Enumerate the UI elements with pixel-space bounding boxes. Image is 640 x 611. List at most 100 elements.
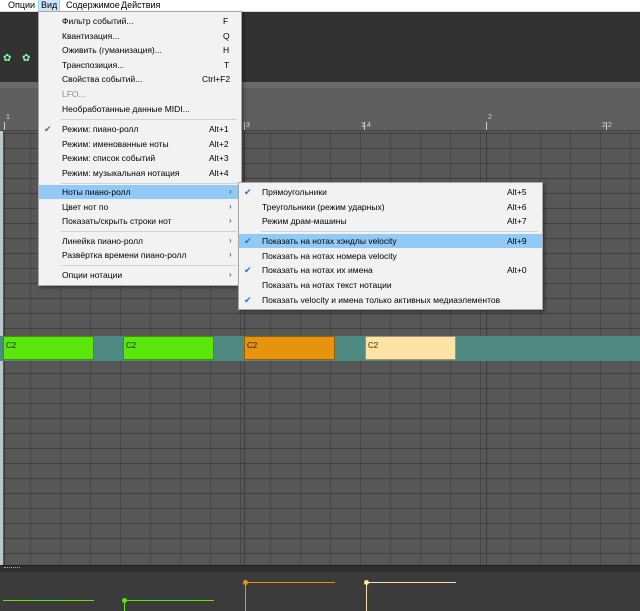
chevron-right-icon: › [229, 202, 232, 211]
gear-icon[interactable]: ✿ [3, 54, 13, 64]
check-icon: ✔ [244, 295, 252, 305]
menu-item-mode-piano-roll[interactable]: ✔ Режим: пиано-ролл Alt+1 [39, 122, 241, 136]
menu-item-shortcut: Alt+3 [209, 153, 229, 163]
submenu-item-velocity-numbers[interactable]: Показать на нотах номера velocity [239, 249, 542, 263]
menu-item-label: Режим: список событий [62, 153, 156, 163]
menu-item-label: Режим: пиано-ролл [62, 124, 139, 134]
menu-item-transpose[interactable]: Транспозиция... T [39, 58, 241, 72]
menu-item-label: Опции нотации [62, 270, 123, 280]
velocity-bar [124, 602, 125, 611]
menu-item-label: Показать на нотах текст нотации [262, 280, 392, 290]
menu-item-shortcut: Alt+9 [507, 236, 527, 246]
menu-item-label: Показать на нотах хэндлы velocity [262, 236, 397, 246]
menu-item-event-filter[interactable]: Фильтр событий... F [39, 14, 241, 28]
check-icon: ✔ [44, 124, 52, 134]
submenu-item-active-items-only[interactable]: ✔ Показать velocity и имена только актив… [239, 293, 542, 307]
piano-roll-notes-submenu: ✔ Прямоугольники Alt+5 Треугольники (реж… [238, 182, 543, 310]
menu-item-shortcut: H [223, 45, 230, 55]
note-c2[interactable]: C2 [244, 336, 335, 360]
ruler-tick [244, 122, 245, 130]
menu-item-label: Линейка пиано-ролл [62, 236, 144, 246]
menu-item-shortcut: Alt+0 [507, 265, 527, 275]
menu-item-toggle-note-rows[interactable]: Показать/скрыть строки нот › [39, 214, 241, 228]
menu-item-label: Фильтр событий... [62, 16, 134, 26]
menu-item-event-properties[interactable]: Свойства событий... Ctrl+F2 [39, 72, 241, 86]
menu-item-raw-midi[interactable]: Необработанные данные MIDI... [39, 102, 241, 116]
velocity-handle[interactable] [124, 600, 214, 601]
menu-item-note-color[interactable]: Цвет нот по › [39, 200, 241, 214]
menu-item-label: Треугольники (режим ударных) [262, 202, 385, 212]
menu-item-label: Показать/скрыть строки нот [62, 216, 172, 226]
chevron-right-icon: › [229, 216, 232, 225]
menu-item-mode-named-notes[interactable]: Режим: именованные ноты Alt+2 [39, 137, 241, 151]
chevron-right-icon: › [229, 270, 232, 279]
menu-item-shortcut: Alt+2 [209, 139, 229, 149]
resize-handle-icon[interactable] [4, 567, 20, 570]
ruler-tick [4, 122, 5, 130]
menu-item-shortcut: Alt+6 [507, 202, 527, 212]
ruler-label: 3 [246, 122, 250, 129]
submenu-item-notation-text[interactable]: Показать на нотах текст нотации [239, 278, 542, 292]
menu-item-mode-notation[interactable]: Режим: музыкальная нотация Alt+4 [39, 166, 241, 180]
menu-item-shortcut: Alt+5 [507, 187, 527, 197]
menu-separator [261, 231, 538, 232]
menu-separator [61, 183, 237, 184]
chevron-right-icon: › [229, 187, 232, 196]
ruler-tick [486, 122, 487, 130]
menu-item-notation-options[interactable]: Опции нотации › [39, 268, 241, 282]
menu-item-shortcut: Ctrl+F2 [202, 74, 231, 84]
menu-actions[interactable]: Действия [119, 0, 162, 11]
velocity-handle[interactable] [366, 582, 456, 583]
menu-separator [61, 119, 237, 120]
check-icon: ✔ [244, 265, 252, 275]
velocity-handle[interactable] [3, 600, 94, 601]
menu-item-label: Оживить (гуманизация)... [62, 45, 162, 55]
ruler-label: 2.2 [602, 122, 612, 129]
chevron-right-icon: › [229, 236, 232, 245]
menu-separator [61, 265, 237, 266]
menu-item-shortcut: T [224, 60, 230, 70]
menu-item-piano-roll-timebase[interactable]: Развёртка времени пиано-ролл › [39, 248, 241, 262]
submenu-item-note-names[interactable]: ✔ Показать на нотах их имена Alt+0 [239, 263, 542, 277]
gear-icon[interactable]: ✿ [22, 54, 32, 64]
menu-item-label: Показать velocity и имена только активны… [262, 295, 501, 305]
menu-item-label: Развёртка времени пиано-ролл [62, 250, 187, 260]
menu-item-label: Прямоугольники [262, 187, 327, 197]
menu-item-quantize[interactable]: Квантизация... Q [39, 29, 241, 43]
velocity-lane[interactable] [0, 572, 640, 611]
menu-item-label: Ноты пиано-ролл [62, 187, 131, 197]
menu-item-label: Квантизация... [62, 31, 120, 41]
velocity-handle[interactable] [245, 582, 335, 583]
menu-item-piano-roll-ruler[interactable]: Линейка пиано-ролл › [39, 234, 241, 248]
ruler-label: 2 [488, 114, 492, 121]
menu-item-label: LFO... [62, 89, 86, 99]
menu-contents[interactable]: Содержимое [64, 0, 122, 11]
submenu-item-rectangles[interactable]: ✔ Прямоугольники Alt+5 [239, 185, 542, 199]
menu-options[interactable]: Опции [6, 0, 37, 11]
menu-item-label: Необработанные данные MIDI... [62, 104, 190, 114]
submenu-item-triangles[interactable]: Треугольники (режим ударных) Alt+6 [239, 200, 542, 214]
menu-item-humanize[interactable]: Оживить (гуманизация)... H [39, 43, 241, 57]
menu-item-label: Цвет нот по [62, 202, 109, 212]
ruler-label: 1 [6, 114, 10, 121]
menu-item-mode-event-list[interactable]: Режим: список событий Alt+3 [39, 151, 241, 165]
menu-item-shortcut: Alt+7 [507, 216, 527, 226]
menu-item-shortcut: Alt+1 [209, 124, 229, 134]
view-menu: Фильтр событий... F Квантизация... Q Ожи… [38, 11, 242, 286]
menu-item-piano-roll-notes[interactable]: Ноты пиано-ролл › [39, 185, 241, 199]
menu-item-label: Режим драм-машины [262, 216, 347, 226]
submenu-item-drum-machine[interactable]: Режим драм-машины Alt+7 [239, 214, 542, 228]
note-c2[interactable]: C2 [3, 336, 94, 360]
menu-item-shortcut: Alt+4 [209, 168, 229, 178]
menu-item-shortcut: Q [223, 31, 230, 41]
menu-view[interactable]: Вид [37, 0, 61, 12]
note-c2[interactable]: C2 [365, 336, 456, 360]
note-c2[interactable]: C2 [123, 336, 214, 360]
menu-item-label: Показать на нотах их имена [262, 265, 373, 275]
ruler-label: 1.4 [361, 122, 371, 129]
menu-item-lfo[interactable]: LFO... [39, 87, 241, 101]
submenu-item-velocity-handles[interactable]: ✔ Показать на нотах хэндлы velocity Alt+… [239, 234, 542, 248]
menu-item-label: Режим: музыкальная нотация [62, 168, 180, 178]
menu-item-shortcut: F [223, 16, 229, 26]
piano-keys-strip[interactable] [0, 88, 3, 565]
